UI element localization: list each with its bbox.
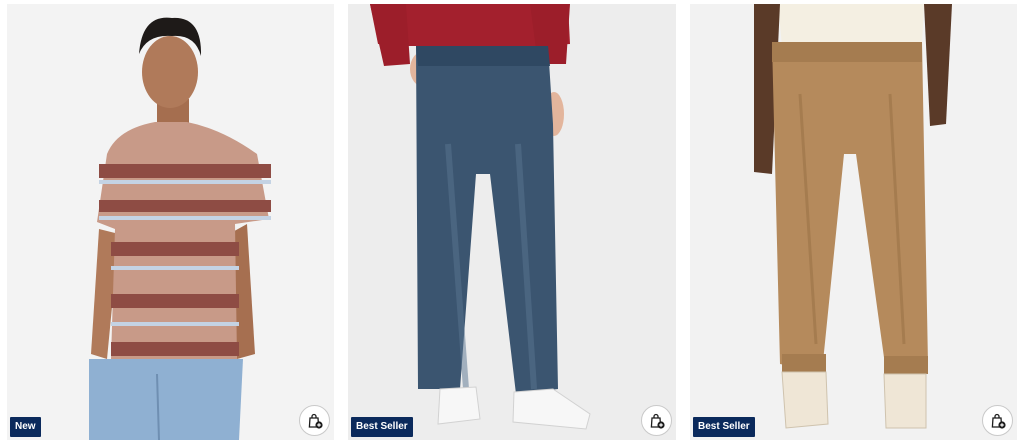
best-seller-badge: Best Seller [351,417,413,437]
add-to-bag-button[interactable] [641,405,672,436]
product-card[interactable]: Best Seller [690,4,1017,440]
add-to-bag-button[interactable] [299,405,330,436]
add-to-bag-button[interactable] [982,405,1013,436]
product-image[interactable] [690,4,1017,440]
add-to-bag-icon [306,412,324,430]
best-seller-badge: Best Seller [693,417,755,437]
product-image[interactable] [7,4,334,440]
product-grid: New Best Seller Best Seller [0,0,1024,444]
add-to-bag-icon [989,412,1007,430]
product-card[interactable]: Best Seller [348,4,676,440]
new-badge: New [10,417,41,437]
product-image[interactable] [348,4,676,440]
product-card[interactable]: New [7,4,334,440]
add-to-bag-icon [648,412,666,430]
